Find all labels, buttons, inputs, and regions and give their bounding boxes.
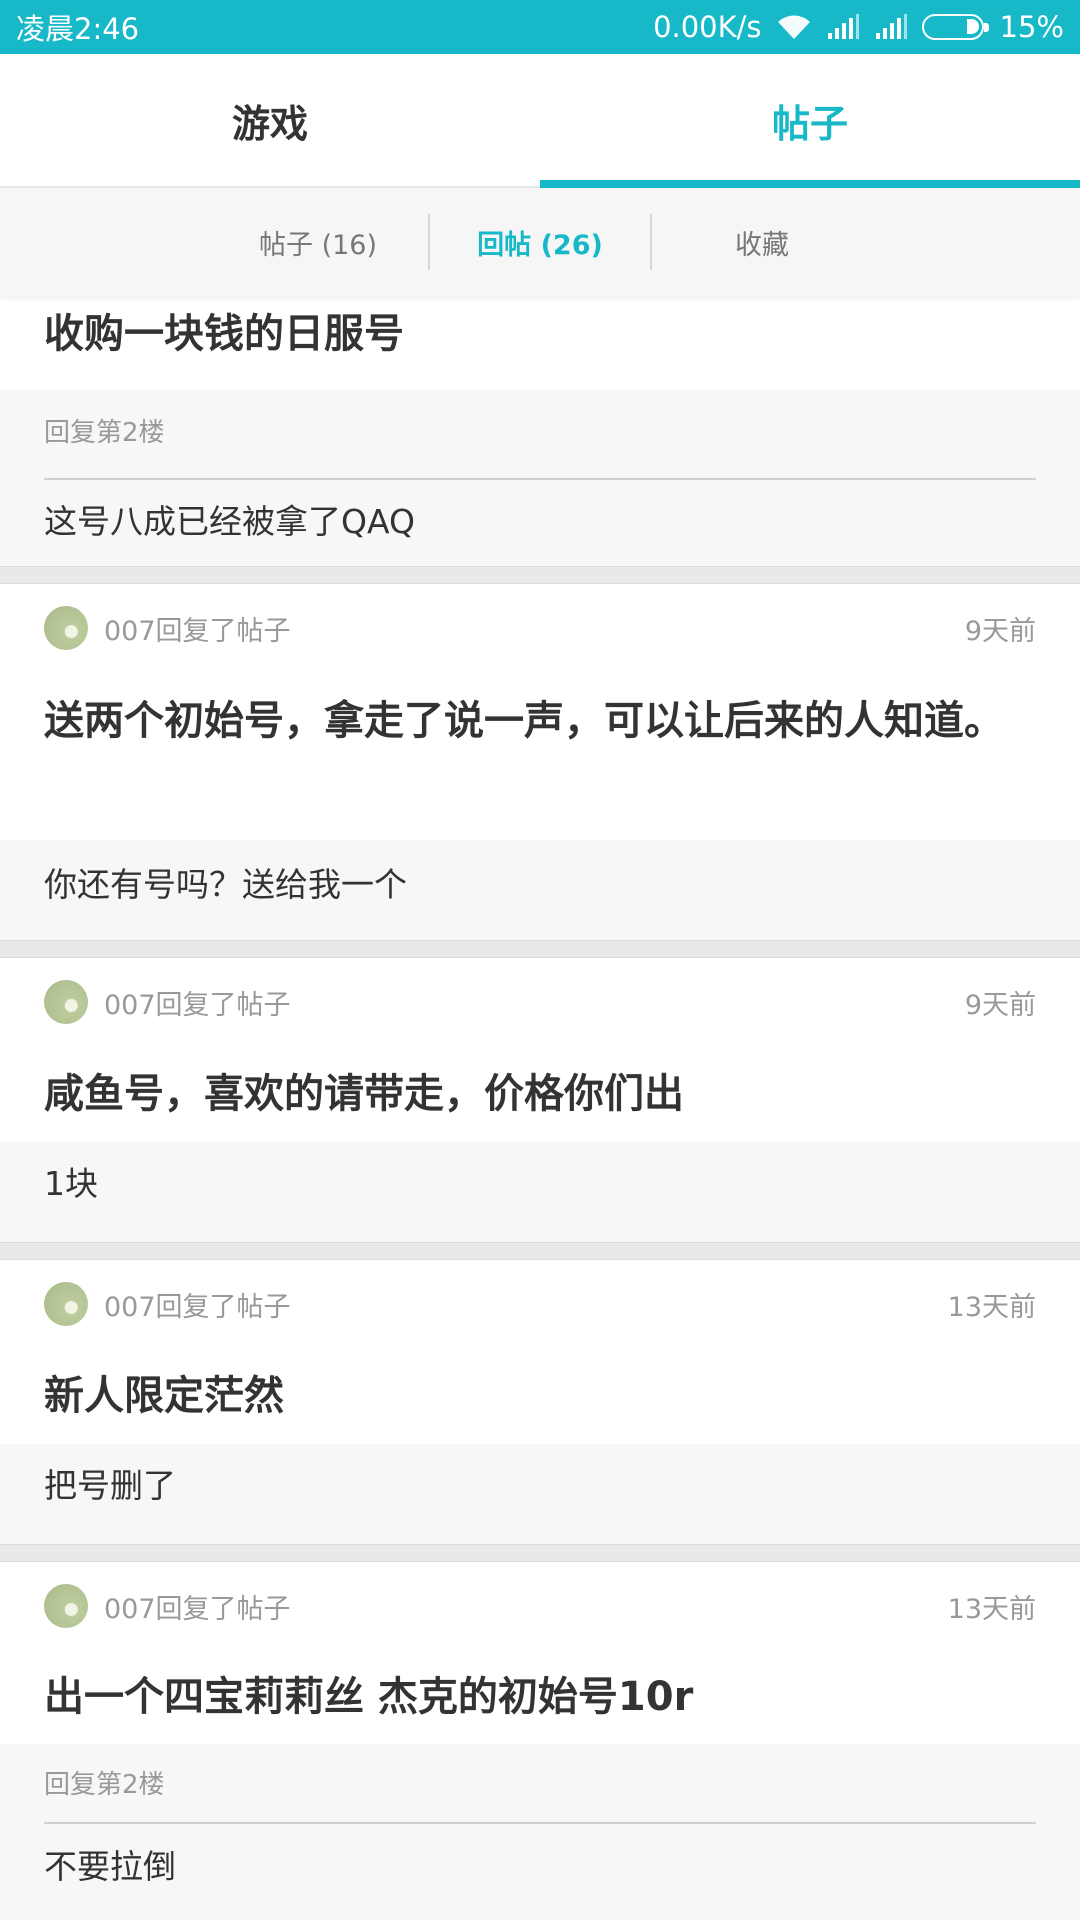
battery-icon: [921, 14, 989, 40]
tab-posts[interactable]: 帖子: [540, 54, 1080, 188]
signal-icon: [826, 14, 860, 40]
reply-content: 1块: [44, 1164, 98, 1203]
reply-time: 9天前: [964, 615, 1036, 647]
reply-meta-text: 007回复了帖子: [104, 1593, 291, 1625]
status-bar: 凌晨2:46 0.00K/s 15%: [0, 0, 1080, 54]
reply-time: 13天前: [947, 1291, 1036, 1323]
meta-left: 007回复了帖子: [44, 1584, 291, 1628]
avatar[interactable]: [44, 606, 88, 650]
status-time: 凌晨2:46: [16, 12, 140, 46]
reply-floor-label: 回复第2楼: [44, 390, 1036, 480]
card-separator: [0, 1544, 1080, 1562]
reply-floor-label: 回复第2楼: [44, 1744, 1036, 1824]
reply-card[interactable]: 007回复了帖子 13天前 新人限定茫然 把号删了: [0, 1260, 1080, 1544]
reply-box: 1块: [0, 1142, 1080, 1242]
reply-content: 不要拉倒: [44, 1847, 176, 1886]
reply-time: 13天前: [947, 1593, 1036, 1625]
reply-time: 9天前: [964, 989, 1036, 1021]
reply-box: 你还有号吗？送给我一个: [0, 840, 1080, 940]
reply-box: 回复第2楼 这号八成已经被拿了QAQ: [0, 390, 1080, 566]
reply-meta: 007回复了帖子 9天前: [0, 958, 1080, 1046]
reply-meta: 007回复了帖子 9天前: [0, 584, 1080, 672]
post-title[interactable]: 新人限定茫然: [0, 1348, 1080, 1444]
reply-content: 你还有号吗？送给我一个: [44, 865, 407, 904]
reply-content: 把号删了: [44, 1466, 176, 1505]
meta-left: 007回复了帖子: [44, 1282, 291, 1326]
subtab-favorites[interactable]: 收藏: [652, 214, 872, 270]
avatar[interactable]: [44, 980, 88, 1024]
post-title[interactable]: 咸鱼号，喜欢的请带走，价格你们出: [0, 1046, 1080, 1142]
tab-games[interactable]: 游戏: [0, 54, 540, 186]
reply-box: 把号删了: [0, 1444, 1080, 1544]
reply-card[interactable]: 收购一块钱的日服号 回复第2楼 这号八成已经被拿了QAQ: [0, 296, 1080, 566]
signal-icon-2: [874, 14, 908, 40]
post-title[interactable]: 出一个四宝莉莉丝 杰克的初始号10r: [0, 1650, 1080, 1744]
subtab-posts[interactable]: 帖子 (16): [208, 214, 428, 270]
battery-percent: 15%: [999, 10, 1064, 44]
reply-card[interactable]: 007回复了帖子 9天前 送两个初始号，拿走了说一声，可以让后来的人知道。 你还…: [0, 584, 1080, 940]
card-separator: [0, 1242, 1080, 1260]
reply-meta-text: 007回复了帖子: [104, 1291, 291, 1323]
card-separator: [0, 566, 1080, 584]
main-tabs: 游戏 帖子: [0, 54, 1080, 188]
meta-left: 007回复了帖子: [44, 980, 291, 1024]
card-separator: [0, 940, 1080, 958]
reply-box: 回复第2楼 不要拉倒: [0, 1744, 1080, 1920]
reply-meta: 007回复了帖子 13天前: [0, 1260, 1080, 1348]
wifi-icon: [776, 13, 812, 41]
screen: 凌晨2:46 0.00K/s 15% 游戏 帖子 帖子 (16) 回帖 (26)…: [0, 0, 1080, 1920]
status-icons: 0.00K/s 15%: [653, 10, 1064, 44]
avatar[interactable]: [44, 1282, 88, 1326]
reply-meta-text: 007回复了帖子: [104, 615, 291, 647]
reply-card[interactable]: 007回复了帖子 9天前 咸鱼号，喜欢的请带走，价格你们出 1块: [0, 958, 1080, 1242]
post-title[interactable]: 收购一块钱的日服号: [0, 296, 1080, 390]
reply-meta-text: 007回复了帖子: [104, 989, 291, 1021]
reply-feed: 收购一块钱的日服号 回复第2楼 这号八成已经被拿了QAQ 007回复了帖子 9天…: [0, 296, 1080, 1920]
meta-left: 007回复了帖子: [44, 606, 291, 650]
reply-meta: 007回复了帖子 13天前: [0, 1562, 1080, 1650]
reply-content: 这号八成已经被拿了QAQ: [44, 502, 415, 541]
avatar[interactable]: [44, 1584, 88, 1628]
post-title[interactable]: 送两个初始号，拿走了说一声，可以让后来的人知道。: [0, 672, 1080, 840]
subtab-replies[interactable]: 回帖 (26): [430, 214, 650, 270]
reply-card[interactable]: 007回复了帖子 13天前 出一个四宝莉莉丝 杰克的初始号10r 回复第2楼 不…: [0, 1562, 1080, 1920]
sub-tabs: 帖子 (16) 回帖 (26) 收藏: [0, 188, 1080, 296]
net-speed: 0.00K/s: [653, 10, 762, 44]
